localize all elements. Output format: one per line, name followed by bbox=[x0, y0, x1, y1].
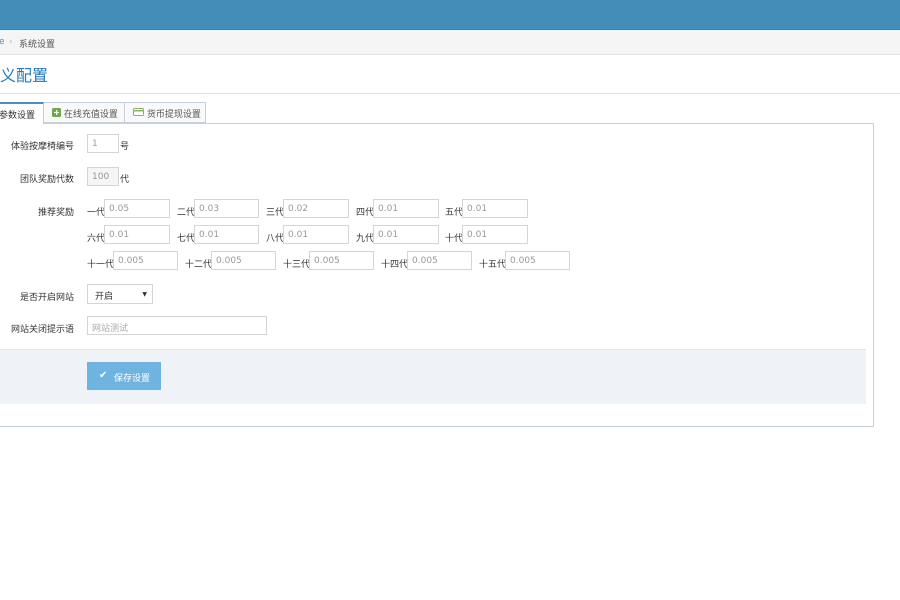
referral-gen-15-input[interactable]: 0.005 bbox=[505, 251, 570, 270]
team-reward-generations-input[interactable]: 100 bbox=[87, 167, 119, 186]
gen-label-15: 十五代 bbox=[479, 260, 507, 270]
site-open-select[interactable]: 开启 ▼ bbox=[87, 284, 153, 304]
site-closed-message-input[interactable]: 网站测试 bbox=[87, 316, 267, 335]
referral-gen-6-input[interactable]: 0.01 bbox=[104, 225, 170, 244]
page-title: 义配置 bbox=[0, 66, 49, 85]
site-open-selected-value: 开启 bbox=[95, 292, 114, 302]
tab-label: 参数设置 bbox=[0, 111, 36, 121]
credit-card-icon bbox=[133, 108, 144, 119]
gen-label-1: 一代 bbox=[87, 208, 106, 218]
gen-label-13: 十三代 bbox=[283, 260, 311, 270]
gen-label-7: 七代 bbox=[177, 234, 196, 244]
check-icon: ✔ bbox=[99, 370, 108, 381]
referral-gen-4-input[interactable]: 0.01 bbox=[373, 199, 439, 218]
referral-gen-1-input[interactable]: 0.05 bbox=[104, 199, 170, 218]
breadcrumb-separator-icon: › bbox=[9, 37, 13, 47]
tab-parameter-settings[interactable]: 参数设置 bbox=[0, 102, 44, 125]
referral-gen-7-input[interactable]: 0.01 bbox=[194, 225, 259, 244]
referral-gen-2-input[interactable]: 0.03 bbox=[194, 199, 259, 218]
referral-gen-9-input[interactable]: 0.01 bbox=[373, 225, 439, 244]
breadcrumb: e › 系统设置 bbox=[0, 30, 900, 55]
top-navbar bbox=[0, 0, 900, 30]
referral-gen-12-input[interactable]: 0.005 bbox=[211, 251, 276, 270]
gen-label-3: 三代 bbox=[266, 208, 285, 218]
site-closed-message-label: 网站关闭提示语 bbox=[10, 325, 74, 335]
gen-label-2: 二代 bbox=[177, 208, 196, 218]
title-divider bbox=[0, 93, 900, 94]
site-open-label: 是否开启网站 bbox=[19, 293, 74, 303]
gen-label-9: 九代 bbox=[356, 234, 375, 244]
referral-gen-5-input[interactable]: 0.01 bbox=[462, 199, 528, 218]
referral-gen-14-input[interactable]: 0.005 bbox=[407, 251, 472, 270]
caret-down-icon: ▼ bbox=[142, 291, 147, 298]
tab-label: 货币提现设置 bbox=[146, 110, 201, 120]
gen-label-8: 八代 bbox=[266, 234, 285, 244]
referral-gen-8-input[interactable]: 0.01 bbox=[283, 225, 349, 244]
referral-gen-10-input[interactable]: 0.01 bbox=[462, 225, 528, 244]
trial-chair-number-label: 体验按摩椅编号 bbox=[10, 142, 74, 152]
breadcrumb-home-link[interactable]: e bbox=[0, 37, 5, 47]
gen-label-6: 六代 bbox=[87, 234, 106, 244]
referral-reward-label: 推荐奖励 bbox=[37, 208, 74, 218]
trial-chair-number-unit: 号 bbox=[120, 142, 130, 152]
referral-gen-11-input[interactable]: 0.005 bbox=[113, 251, 178, 270]
save-settings-button[interactable]: ✔ 保存设置 bbox=[87, 362, 161, 390]
referral-gen-3-input[interactable]: 0.02 bbox=[283, 199, 349, 218]
save-settings-label: 保存设置 bbox=[114, 374, 151, 384]
trial-chair-number-input[interactable]: 1 bbox=[87, 134, 119, 153]
plus-square-icon bbox=[52, 107, 61, 120]
gen-label-11: 十一代 bbox=[87, 260, 115, 270]
gen-label-12: 十二代 bbox=[185, 260, 213, 270]
gen-label-10: 十代 bbox=[445, 234, 464, 244]
breadcrumb-current: 系统设置 bbox=[19, 40, 56, 50]
gen-label-14: 十四代 bbox=[381, 260, 409, 270]
tab-online-recharge-settings[interactable]: 在线充值设置 bbox=[43, 102, 125, 123]
team-reward-generations-label: 团队奖励代数 bbox=[19, 175, 74, 185]
tab-currency-withdraw-settings[interactable]: 货币提现设置 bbox=[124, 102, 206, 123]
tab-label: 在线充值设置 bbox=[63, 110, 118, 120]
referral-gen-13-input[interactable]: 0.005 bbox=[309, 251, 374, 270]
gen-label-5: 五代 bbox=[445, 208, 464, 218]
gen-label-4: 四代 bbox=[356, 208, 375, 218]
team-reward-generations-unit: 代 bbox=[120, 175, 130, 185]
